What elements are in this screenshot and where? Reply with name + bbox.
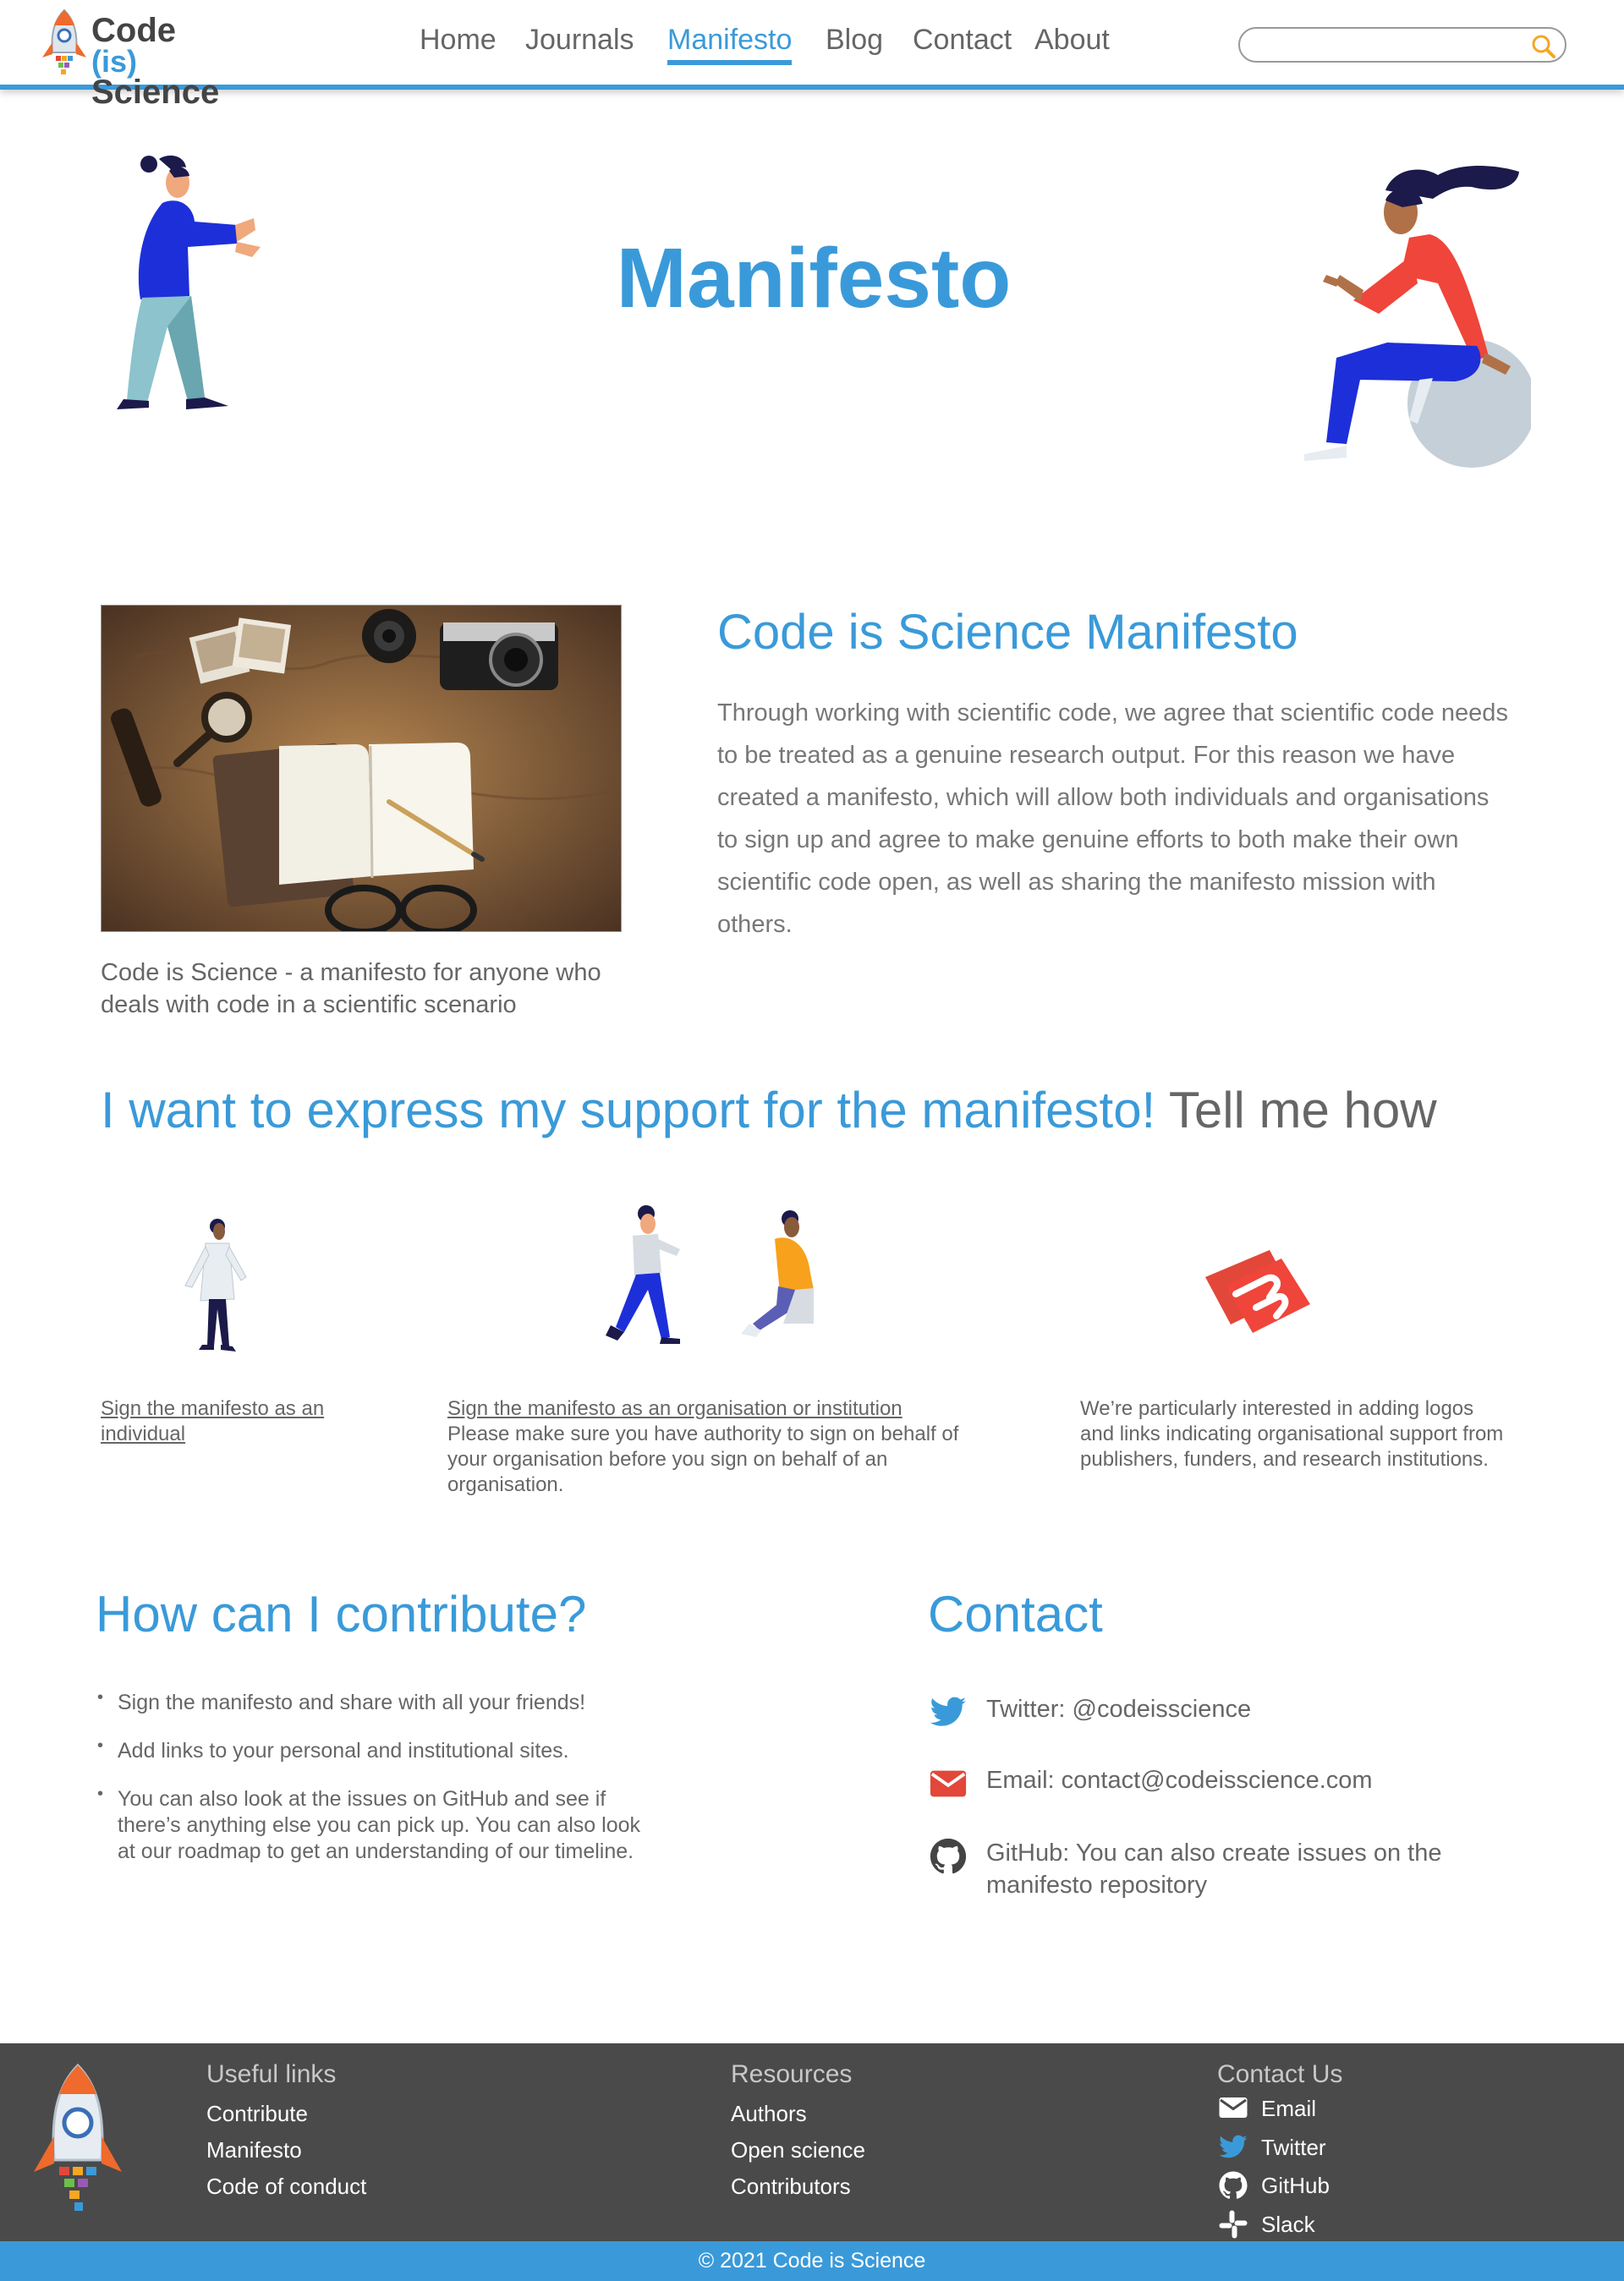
woman-on-ball-illustration [1304,166,1531,468]
sign-organisation-link[interactable]: Sign the manifesto as an organisation or… [447,1397,903,1420]
support-heading: I want to express my support for the man… [101,1081,1437,1139]
search-box [1238,27,1566,63]
github-icon[interactable] [929,1837,968,1876]
nav-contact[interactable]: Contact [913,24,1012,57]
copyright-bar: © 2021 Code is Science [0,2241,1624,2281]
organisation-note: Please make sure you have authority to s… [447,1423,959,1496]
contribute-heading: How can I contribute? [96,1586,587,1642]
footer-useful-heading: Useful links [206,2060,337,2088]
rocket-icon [42,8,86,74]
twitter-icon[interactable] [929,1693,968,1732]
footer-contact-slack[interactable]: Slack [1261,2212,1315,2238]
twitter-handle[interactable]: Twitter: @codeisscience [986,1693,1494,1725]
footer-link-contribute[interactable]: Contribute [206,2101,308,2127]
support-logos-note: We’re particularly interested in adding … [1080,1396,1512,1472]
footer-resources-heading: Resources [731,2060,853,2088]
footer-link-contributors[interactable]: Contributors [731,2174,851,2200]
handshake-icon [1205,1250,1310,1333]
twitter-icon[interactable] [1217,2132,1249,2163]
site-header: Code (is) Science Home Journals Manifest… [0,0,1624,109]
site-footer: Useful links Contribute Manifesto Code o… [0,2043,1624,2241]
nav-blog[interactable]: Blog [826,24,883,57]
email-address[interactable]: Email: contact@codeisscience.com [986,1764,1494,1796]
photo-caption: Code is Science - a manifesto for anyone… [101,959,601,1018]
nav-about[interactable]: About [1034,24,1110,57]
footer-contact-heading: Contact Us [1217,2060,1343,2088]
footer-contact-email[interactable]: Email [1261,2096,1316,2122]
site-logo[interactable]: Code (is) Science [41,7,227,109]
manifesto-description: Through working with scientific code, we… [717,699,1508,938]
footer-link-open-science[interactable]: Open science [731,2137,865,2163]
footer-link-code-of-conduct[interactable]: Code of conduct [206,2174,366,2200]
email-icon[interactable] [1217,2092,1249,2123]
scientist-illustration [184,1219,247,1352]
email-icon[interactable] [929,1764,968,1803]
footer-contact-twitter[interactable]: Twitter [1261,2135,1326,2161]
manifesto-heading: Code is Science Manifesto [717,605,1298,660]
list-item: Sign the manifesto and share with all yo… [97,1685,656,1716]
footer-link-authors[interactable]: Authors [731,2101,807,2127]
desk-photo-illustration [102,606,621,931]
nav-home[interactable]: Home [420,24,497,57]
footer-link-manifesto[interactable]: Manifesto [206,2137,302,2163]
rocket-icon [34,2063,122,2211]
people-meeting-illustration [606,1205,814,1344]
footer-contact-github[interactable]: GitHub [1261,2173,1330,2199]
logo-science: Science [91,74,220,111]
support-heading-tell: Tell me how [1168,1082,1437,1138]
support-heading-main: I want to express my support for the man… [101,1082,1156,1138]
support-individual: Sign the manifesto as an individual [101,1396,354,1447]
github-icon[interactable] [1217,2170,1249,2201]
github-note[interactable]: GitHub: You can also create issues on th… [986,1837,1494,1901]
nav-journals[interactable]: Journals [525,24,634,57]
search-input[interactable] [1254,34,1524,56]
list-item: You can also look at the issues on GitHu… [97,1781,656,1865]
nav-manifesto[interactable]: Manifesto [667,24,793,65]
list-item: Add links to your personal and instituti… [97,1733,656,1764]
logo-wordmark: Code (is) Science [91,14,227,109]
slack-icon[interactable] [1217,2209,1249,2240]
logos-note: We’re particularly interested in adding … [1080,1397,1504,1471]
support-organisation: Sign the manifesto as an organisation or… [447,1396,989,1498]
search-icon[interactable] [1531,34,1556,59]
contribute-list: Sign the manifesto and share with all yo… [97,1685,656,1887]
manifesto-photo [101,605,622,932]
sign-individual-link[interactable]: Sign the manifesto as an individual [101,1397,324,1445]
contact-heading: Contact [928,1586,1103,1642]
